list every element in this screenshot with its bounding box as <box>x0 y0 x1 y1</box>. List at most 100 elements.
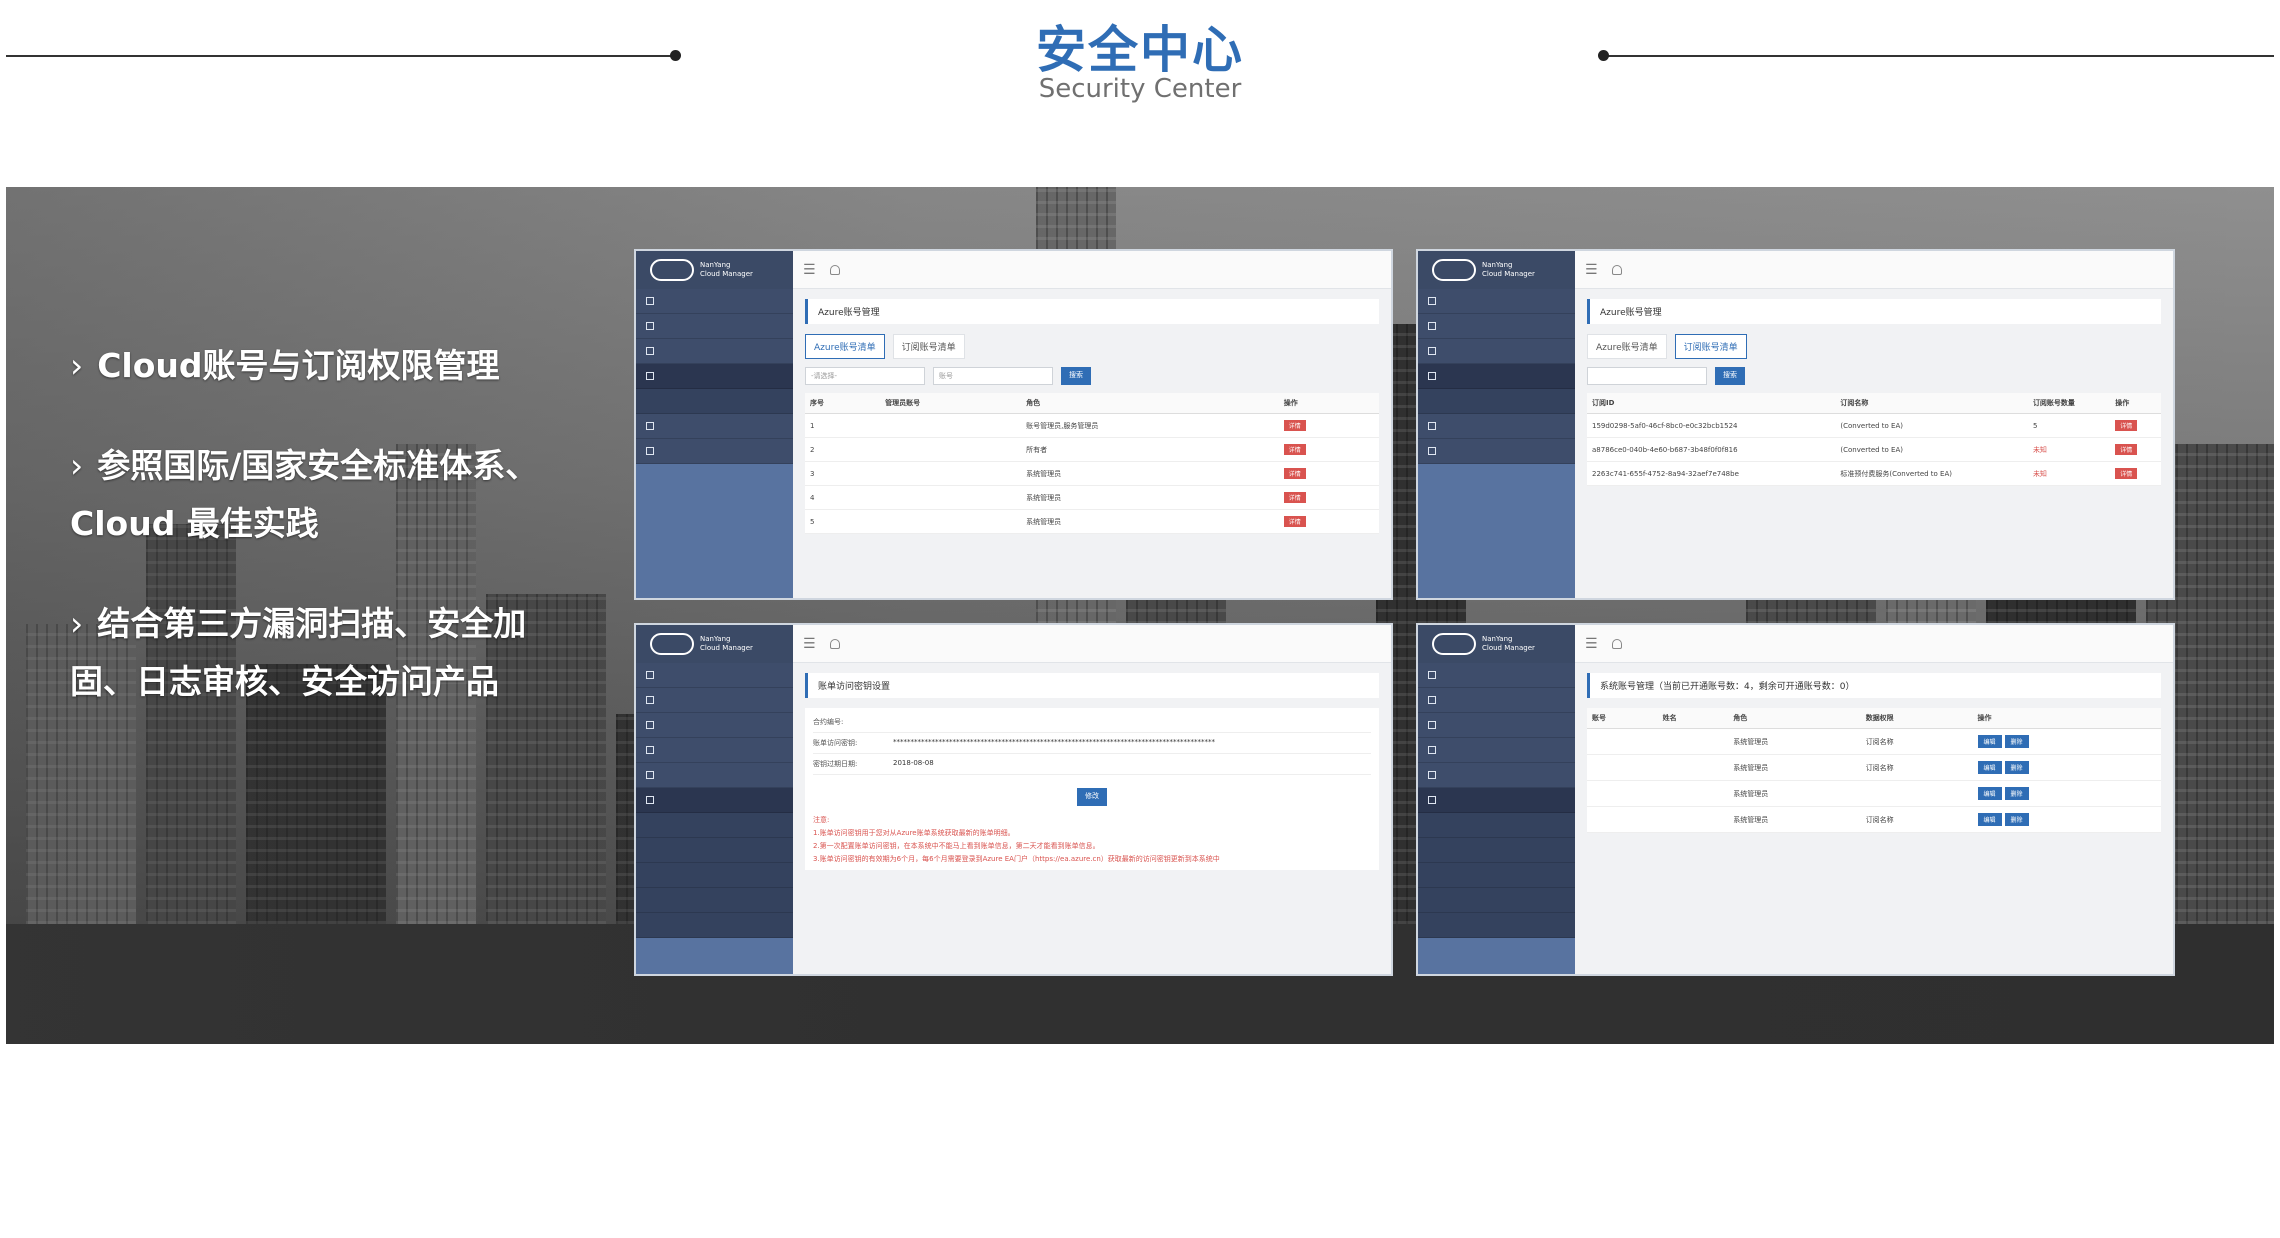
menu-icon <box>1428 372 1436 380</box>
sidebar-item[interactable] <box>1418 289 1575 314</box>
detail-button[interactable]: 详情 <box>1283 420 1306 431</box>
detail-button[interactable]: 详情 <box>1283 444 1306 455</box>
chevron-right-icon: › <box>70 346 84 385</box>
sidebar-item[interactable] <box>636 439 793 464</box>
access-key-row: 账单访问密钥: *********************************… <box>813 733 1371 754</box>
sidebar-subitem[interactable] <box>636 913 793 938</box>
notice-text: 注意: 1.账单访问密钥用于您对从Azure账单系统获取最新的账单明细。 2.第… <box>813 816 1220 863</box>
cloud-icon <box>1432 259 1476 281</box>
table-row: 5 系统管理员 详情 <box>805 509 1379 534</box>
panel-title: 系统账号管理（当前已开通账号数：4，剩余可开通账号数：0） <box>1587 673 2161 698</box>
app-logo: NanYang Cloud Manager <box>1418 251 1575 289</box>
sidebar-subitem[interactable] <box>1418 913 1575 938</box>
chevron-right-icon: › <box>70 446 84 485</box>
detail-button[interactable]: 详情 <box>2115 420 2138 431</box>
sidebar-item[interactable] <box>1418 663 1575 688</box>
menu-toggle-icon[interactable]: ☰ <box>1585 636 1598 652</box>
feature-banner: › Cloud账号与订阅权限管理 › 参照国际/国家安全标准体系、Cloud 最佳实… <box>6 187 2274 1044</box>
sidebar-item[interactable] <box>1418 439 1575 464</box>
edit-button[interactable]: 编辑 <box>1977 735 2002 748</box>
menu-icon <box>1428 347 1436 355</box>
sidebar-item[interactable] <box>636 663 793 688</box>
menu-icon <box>1428 422 1436 430</box>
delete-button[interactable]: 删除 <box>2004 813 2029 826</box>
sidebar-item-active[interactable] <box>636 364 793 389</box>
menu-toggle-icon[interactable]: ☰ <box>1585 262 1598 278</box>
table-row: 159d0298-5af0-46cf-8bc0-e0c32bcb1524 (Con… <box>1587 413 2161 438</box>
sidebar-item[interactable] <box>1418 713 1575 738</box>
detail-button[interactable]: 详情 <box>2115 444 2138 455</box>
edit-button[interactable]: 编辑 <box>1977 813 2002 826</box>
sidebar-item[interactable] <box>1418 763 1575 788</box>
menu-icon <box>1428 297 1436 305</box>
table-row: 4 系统管理员 详情 <box>805 485 1379 510</box>
sidebar-item[interactable] <box>636 339 793 364</box>
tab-azure-accounts[interactable]: Azure账号清单 <box>805 334 885 359</box>
sidebar-subitem[interactable] <box>636 888 793 913</box>
sidebar-item[interactable] <box>1418 688 1575 713</box>
detail-button[interactable]: 详情 <box>2115 468 2138 479</box>
sidebar-item[interactable] <box>636 738 793 763</box>
sidebar-item[interactable] <box>1418 414 1575 439</box>
contract-row: 合约编号: <box>813 712 1371 733</box>
cloud-icon <box>650 259 694 281</box>
delete-button[interactable]: 删除 <box>2004 735 2029 748</box>
delete-button[interactable]: 删除 <box>2004 787 2029 800</box>
detail-button[interactable]: 详情 <box>1283 516 1306 527</box>
role-select[interactable]: -请选择- <box>805 367 925 385</box>
edit-button[interactable]: 编辑 <box>1977 787 2002 800</box>
sidebar-subitem[interactable] <box>1418 389 1575 414</box>
table-row: 2 所有者 详情 <box>805 437 1379 462</box>
tab-subscription-accounts[interactable]: 订阅账号清单 <box>892 334 965 359</box>
bell-icon[interactable] <box>1611 264 1622 275</box>
menu-toggle-icon[interactable]: ☰ <box>803 262 816 278</box>
modify-button[interactable]: 修改 <box>1077 788 1107 806</box>
account-input[interactable]: 账号 <box>933 367 1053 385</box>
tab-azure-accounts[interactable]: Azure账号清单 <box>1587 334 1667 359</box>
table-row: 3 系统管理员 详情 <box>805 461 1379 486</box>
sidebar-subitem[interactable] <box>636 389 793 414</box>
search-button[interactable]: 搜索 <box>1715 367 1745 385</box>
sidebar-item[interactable] <box>636 289 793 314</box>
topbar: ☰ <box>793 625 1391 663</box>
cloud-icon <box>650 633 694 655</box>
bell-icon[interactable] <box>829 264 840 275</box>
accounts-table: 序号 管理员账号 角色 操作 1 账号管理员,服务管理员 详情 2 所有者 详情 3 系统管理员… <box>805 393 1379 534</box>
menu-icon <box>1428 322 1436 330</box>
menu-icon <box>1428 796 1436 804</box>
sidebar-item-active[interactable] <box>1418 364 1575 389</box>
menu-icon <box>1428 746 1436 754</box>
table-row: 2263c741-655f-4752-8a94-32aef7e748be 标准预付… <box>1587 461 2161 486</box>
sidebar-subitem[interactable] <box>1418 838 1575 863</box>
sidebar-item[interactable] <box>636 713 793 738</box>
bell-icon[interactable] <box>1611 638 1622 649</box>
sidebar-subitem[interactable] <box>1418 863 1575 888</box>
sidebar-subitem[interactable] <box>1418 888 1575 913</box>
sidebar-item[interactable] <box>636 314 793 339</box>
topbar: ☰ <box>793 251 1391 289</box>
sidebar-item[interactable] <box>636 763 793 788</box>
edit-button[interactable]: 编辑 <box>1977 761 2002 774</box>
detail-button[interactable]: 详情 <box>1283 492 1306 503</box>
detail-button[interactable]: 详情 <box>1283 468 1306 479</box>
menu-icon <box>646 771 654 779</box>
bell-icon[interactable] <box>829 638 840 649</box>
sidebar-item-active[interactable] <box>1418 788 1575 813</box>
subscription-input[interactable] <box>1587 367 1707 385</box>
sidebar-subitem[interactable] <box>636 813 793 838</box>
sidebar-item-active[interactable] <box>636 788 793 813</box>
sidebar-item[interactable] <box>1418 738 1575 763</box>
sidebar-item[interactable] <box>1418 339 1575 364</box>
table-row: 系统管理员 订阅名称 编辑 删除 <box>1587 806 2161 833</box>
panel-title: 账单访问密钥设置 <box>805 673 1379 698</box>
sidebar-subitem[interactable] <box>1418 813 1575 838</box>
sidebar-item[interactable] <box>1418 314 1575 339</box>
sidebar-item[interactable] <box>636 414 793 439</box>
delete-button[interactable]: 删除 <box>2004 761 2029 774</box>
sidebar-subitem[interactable] <box>636 838 793 863</box>
sidebar-item[interactable] <box>636 688 793 713</box>
sidebar-subitem[interactable] <box>636 863 793 888</box>
tab-subscription-accounts[interactable]: 订阅账号清单 <box>1674 334 1747 359</box>
menu-toggle-icon[interactable]: ☰ <box>803 636 816 652</box>
search-button[interactable]: 搜索 <box>1061 367 1091 385</box>
